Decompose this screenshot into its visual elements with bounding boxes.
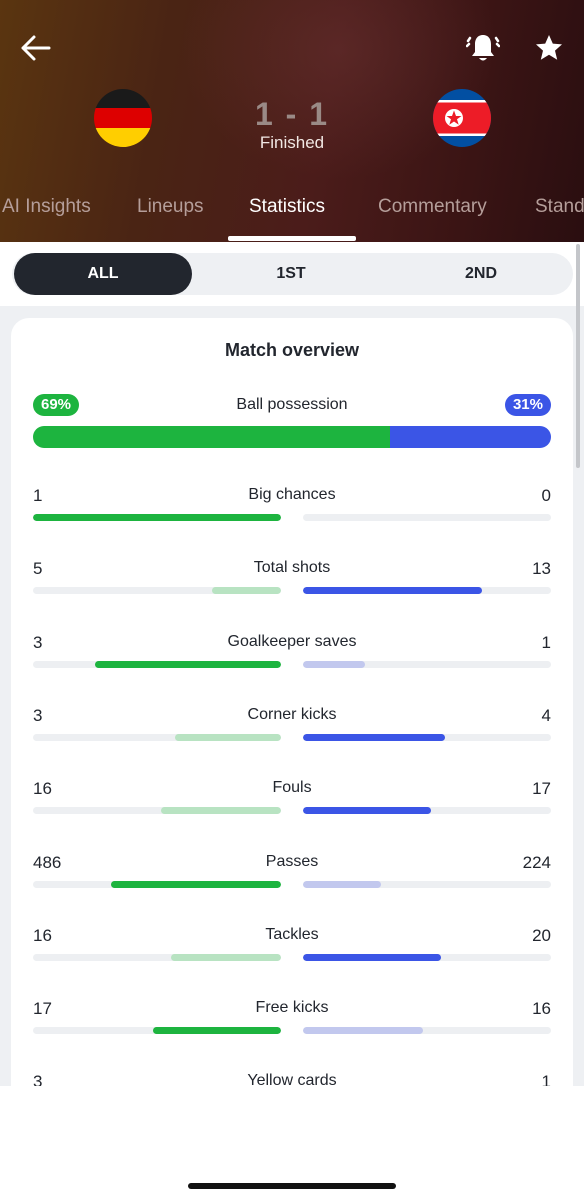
away-stat-bar (303, 660, 365, 668)
stat-label: Fouls (272, 779, 312, 797)
stat-label: Big chances (248, 486, 336, 503)
away-stat-value: 20 (532, 925, 551, 945)
tab-standings[interactable]: Stand (535, 196, 584, 218)
tab-statistics[interactable]: Statistics (249, 196, 325, 218)
away-stat-value: 17 (532, 779, 551, 799)
home-team-flag[interactable] (94, 89, 152, 147)
home-stat-track (33, 880, 281, 888)
stat-row: 17 Free kicks 16 (11, 999, 573, 1059)
stat-row: 3 Yellow cards 1 (11, 1072, 573, 1086)
match-score: 1 - 1 (254, 96, 330, 132)
match-tabs: AI Insights Lineups Statistics Commentar… (0, 196, 584, 242)
bell-icon (466, 35, 500, 61)
match-header: 1 - 1 Finished AI Insights Lineups Stati… (0, 0, 584, 242)
stat-row: 486 Passes 224 (11, 853, 573, 913)
away-stat-track (303, 880, 551, 888)
germany-flag-icon (94, 89, 152, 147)
home-stat-track (33, 514, 281, 521)
home-stat-bar (160, 807, 281, 815)
away-stat-track (303, 514, 551, 521)
arrow-left-icon (21, 35, 51, 61)
stat-row: 16 Fouls 17 (11, 779, 573, 839)
match-status: Finished (259, 133, 325, 152)
away-stat-bar (303, 953, 441, 961)
home-stat-bar (170, 953, 281, 961)
away-stat-value: 13 (532, 559, 551, 579)
period-selector: ALL 1ST 2ND (12, 253, 573, 295)
away-stat-value: 4 (541, 705, 551, 725)
home-stat-bar (111, 880, 281, 888)
home-indicator (188, 1183, 396, 1189)
tab-commentary[interactable]: Commentary (378, 196, 487, 218)
stat-label: Corner kicks (247, 705, 337, 723)
away-stat-track (303, 807, 551, 815)
away-stat-bar (303, 880, 382, 888)
stat-label: Yellow cards (247, 1072, 337, 1086)
tab-ai-insights[interactable]: AI Insights (2, 196, 91, 218)
away-stat-value: 16 (532, 999, 551, 1019)
away-stat-bar (303, 733, 445, 741)
stat-row: 5 Total shots 13 (11, 559, 573, 619)
period-all[interactable]: ALL (14, 253, 192, 295)
favorite-button[interactable] (530, 30, 568, 66)
home-stat-bar (95, 660, 281, 668)
stat-row: 1 Big chances 0 (11, 486, 573, 546)
star-icon (536, 35, 562, 60)
away-stat-track (303, 953, 551, 961)
home-stat-track (33, 733, 281, 741)
stat-label: Passes (265, 852, 319, 870)
away-stat-value: 1 (541, 1072, 551, 1086)
away-team-flag[interactable] (433, 89, 491, 147)
home-stat-track (33, 953, 281, 961)
home-stat-track (33, 1027, 281, 1035)
stat-label: Total shots (253, 559, 331, 577)
tab-lineups[interactable]: Lineups (137, 196, 204, 218)
stat-row: 3 Goalkeeper saves 1 (11, 633, 573, 693)
stat-row: 16 Tackles 20 (11, 926, 573, 986)
home-stat-track (33, 660, 281, 668)
scrollbar[interactable] (576, 244, 580, 468)
away-stat-bar (303, 1027, 424, 1035)
back-button[interactable] (16, 30, 54, 66)
stat-row: 3 Corner kicks 4 (11, 706, 573, 766)
home-stat-bar (33, 514, 281, 521)
period-first-half[interactable]: 1ST (202, 253, 380, 295)
statistics-panel[interactable]: Match overview 69% Ball possession 31% 1… (0, 306, 584, 1086)
home-stat-track (33, 587, 281, 595)
away-possession-badge: 31% (504, 394, 551, 416)
away-stat-track (303, 1027, 551, 1035)
away-stat-track (303, 660, 551, 668)
home-stat-bar (174, 733, 281, 741)
away-stat-value: 1 (541, 632, 551, 652)
away-stat-bar (303, 587, 483, 595)
match-overview-card: Match overview 69% Ball possession 31% 1… (11, 318, 573, 1086)
home-stat-bar (153, 1027, 281, 1035)
active-tab-indicator (228, 236, 356, 241)
stat-label: Goalkeeper saves (227, 632, 357, 650)
north-korea-flag-icon (433, 89, 491, 147)
away-stat-bar (303, 807, 431, 815)
period-second-half[interactable]: 2ND (392, 253, 570, 295)
home-stat-bar (212, 587, 281, 595)
card-title: Match overview (224, 340, 360, 360)
possession-label: Ball possession (236, 396, 348, 413)
possession-bar-home (33, 426, 391, 448)
home-stat-track (33, 807, 281, 815)
possession-bar-away (390, 426, 551, 448)
away-stat-track (303, 587, 551, 595)
possession-bar (33, 426, 551, 448)
away-stat-value: 224 (522, 852, 551, 872)
alerts-button[interactable] (464, 30, 502, 66)
stat-label: Free kicks (255, 999, 329, 1017)
away-stat-track (303, 733, 551, 741)
away-stat-value: 0 (541, 486, 551, 505)
stat-label: Tackles (265, 925, 319, 943)
